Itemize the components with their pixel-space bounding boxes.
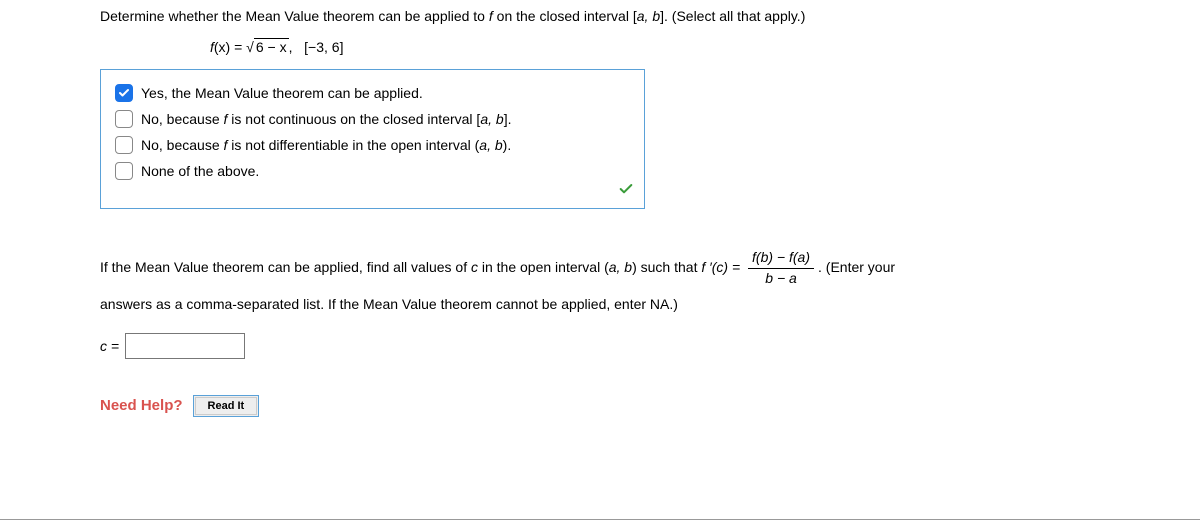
radicand: 6 − x [254, 38, 289, 55]
sqrt-expression: √6 − x [246, 38, 288, 55]
fraction-numerator: f(b) − f(a) [748, 250, 814, 268]
help-row: Need Help? Read It [100, 395, 1100, 417]
instruction-text: If the Mean Value theorem can be applied… [100, 249, 1100, 323]
option-label-1: No, because f is not continuous on the c… [141, 111, 511, 127]
option-label-0: Yes, the Mean Value theorem can be appli… [141, 85, 423, 101]
checkbox-0[interactable] [115, 84, 133, 102]
function-definition: f(x) = √6 − x, [−3, 6] [210, 38, 1100, 55]
prompt-ab: a, b [637, 8, 660, 24]
func-lhs-paren: (x) = [214, 39, 246, 55]
answer-row: c = [100, 333, 1100, 359]
checkbox-2[interactable] [115, 136, 133, 154]
fraction-denominator: b − a [748, 269, 814, 286]
option-label-2: No, because f is not differentiable in t… [141, 137, 511, 153]
check-icon [118, 87, 130, 99]
prompt-text-c: ]. (Select all that apply.) [660, 8, 805, 24]
option-row-2: No, because f is not differentiable in t… [115, 132, 630, 158]
option-label-3: None of the above. [141, 163, 259, 179]
prompt-text-b: on the closed interval [ [493, 8, 637, 24]
fraction: f(b) − f(a)b − a [748, 250, 814, 286]
answer-input[interactable] [125, 333, 245, 359]
checkbox-1[interactable] [115, 110, 133, 128]
option-row-0: Yes, the Mean Value theorem can be appli… [115, 80, 630, 106]
func-interval: [−3, 6] [304, 39, 343, 55]
need-help-label: Need Help? [100, 397, 183, 414]
answer-label: c = [100, 338, 119, 354]
options-container: Yes, the Mean Value theorem can be appli… [100, 69, 645, 209]
correct-check-icon [618, 181, 634, 202]
func-sep: , [289, 39, 293, 55]
question-prompt: Determine whether the Mean Value theorem… [100, 8, 1100, 24]
read-it-button[interactable]: Read It [193, 395, 260, 417]
option-row-3: None of the above. [115, 158, 630, 184]
prompt-text-a: Determine whether the Mean Value theorem… [100, 8, 489, 24]
checkbox-3[interactable] [115, 162, 133, 180]
option-row-1: No, because f is not continuous on the c… [115, 106, 630, 132]
